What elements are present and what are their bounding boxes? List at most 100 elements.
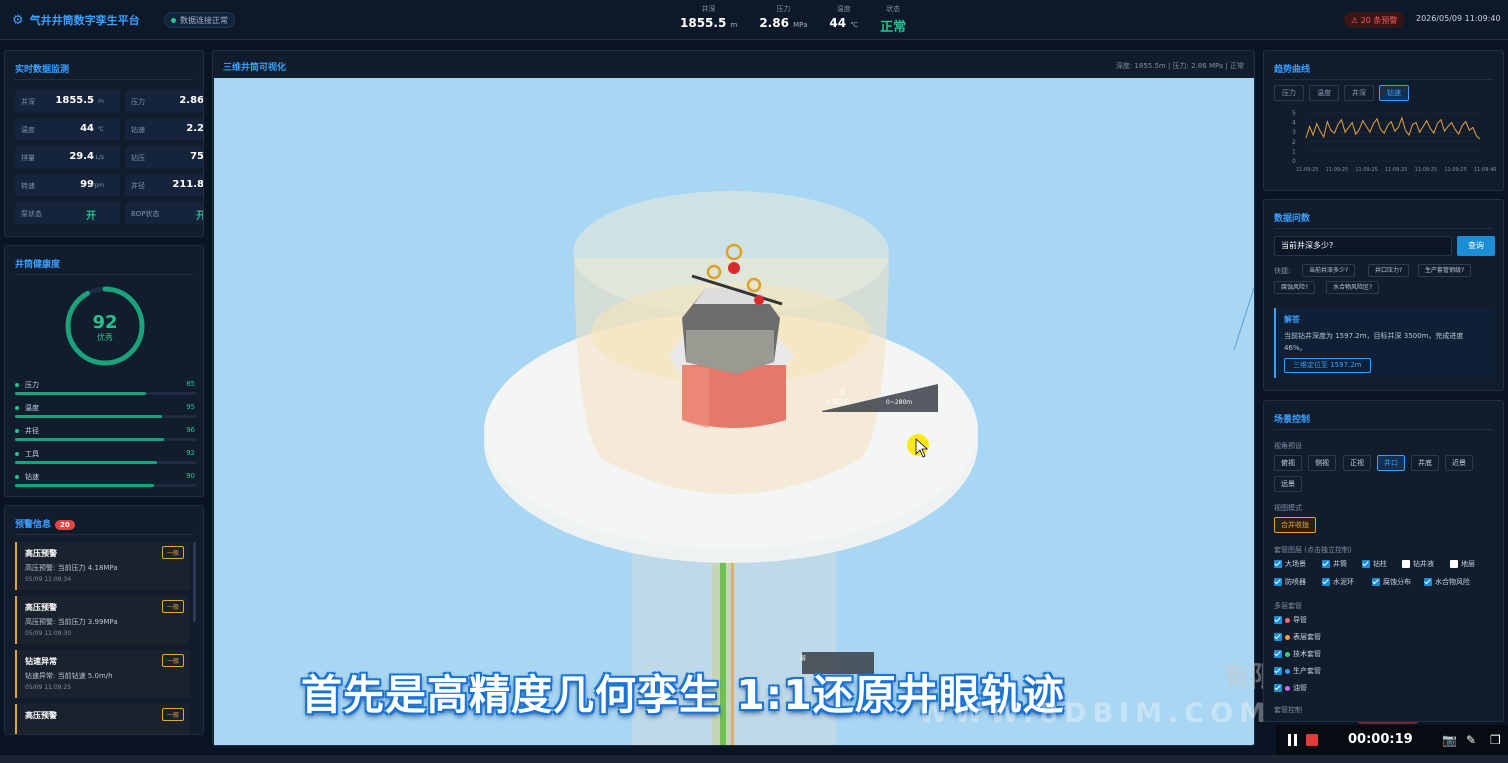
view-near-button[interactable]: 近景 [1445, 455, 1473, 471]
layer-checkbox[interactable]: 钻井液 [1402, 559, 1434, 569]
checkbox-icon[interactable] [1402, 560, 1410, 568]
metric-unit: ℃ [97, 126, 104, 133]
health-score: 92 [92, 312, 117, 333]
window-icon[interactable]: ❐ [1490, 733, 1501, 747]
camera-icon[interactable]: 📷 [1442, 733, 1457, 747]
series-line [1305, 116, 1481, 140]
answer-card: 解答 当前钻井深度为 1597.2m，目标井深 3500m，完成进度 46%。 … [1274, 308, 1495, 378]
layer-checkbox[interactable]: 钻柱 [1362, 559, 1387, 569]
alert-item[interactable]: 钻速异常 一般 钻速异常: 当前钻速 5.0m/h 05/09 11:09:25 [15, 650, 190, 698]
valve-handle-top [728, 262, 740, 274]
alert-desc: 高压预警: 当前压力 4.18MPa [25, 564, 118, 572]
header-stat-temperature: 温度 44 ℃ [829, 4, 858, 35]
metric-label: 排量 [21, 154, 35, 162]
answer-title: 解答 [1284, 315, 1300, 324]
health-row: 井径 96 [15, 426, 197, 448]
casing-item[interactable]: 导管 [1274, 615, 1307, 625]
metric-card: 温度 44 ℃ [15, 118, 120, 140]
stat-value: 44 [829, 16, 847, 30]
metric-label: 温度 [21, 126, 35, 134]
view-bottom-button[interactable]: 井底 [1411, 455, 1439, 471]
casing-item[interactable]: 油管 [1274, 683, 1307, 693]
casing-item[interactable]: 技术套管 [1274, 649, 1321, 659]
layer-checkbox[interactable]: 大场景 [1274, 559, 1306, 569]
merge-collapse-button[interactable]: 合并收拢 [1274, 517, 1316, 533]
trend-tab[interactable]: 钻速 [1379, 85, 1409, 101]
checkbox-icon[interactable] [1274, 684, 1282, 692]
3d-canvas[interactable]: 层 灶层砾石 0~280m 层 [214, 78, 1254, 745]
checkbox-icon[interactable] [1322, 578, 1330, 586]
layer-checkbox[interactable]: 井筒 [1322, 559, 1347, 569]
view-far-button[interactable]: 远景 [1274, 476, 1302, 492]
layer-label: 防喷器 [1285, 578, 1306, 586]
stat-value: 正常 [880, 20, 907, 35]
checkbox-icon[interactable] [1274, 667, 1282, 675]
gear-icon[interactable]: ⚙ [12, 13, 24, 28]
pause-icon[interactable] [1288, 734, 1298, 746]
metric-value: 75 [190, 151, 204, 162]
trend-panel: 趋势曲线 压力 温度 井深 钻速 5 4 3 2 1 0 11:09:25 11:09:25 11:0… [1263, 50, 1504, 191]
quick-question-chip[interactable]: 水合物风险区? [1326, 281, 1380, 294]
connection-status: 数据连接正常 [164, 12, 235, 28]
trajectory-line [1233, 287, 1254, 351]
checkbox-icon[interactable] [1424, 578, 1432, 586]
divider [1274, 429, 1493, 430]
view-wellhead-button[interactable]: 井口 [1377, 455, 1405, 471]
health-dot-icon [15, 383, 19, 387]
casing-item[interactable]: 生产套管 [1274, 666, 1321, 676]
query-button[interactable]: 查询 [1457, 236, 1495, 256]
checkbox-icon[interactable] [1274, 633, 1282, 641]
alarm-count-button[interactable]: ⚠ 20 条预警 [1344, 12, 1405, 28]
scene-panel: 场景控制 视角预设 俯视 侧视 正视 井口 井底 近景 远景 视图模式 合并收拢… [1263, 400, 1504, 722]
checkbox-icon[interactable] [1372, 578, 1380, 586]
header-stat-pressure: 压力 2.86 MPa [759, 4, 807, 35]
layer-checkbox[interactable]: 水合物风险 [1424, 577, 1470, 587]
quick-label: 快捷: [1274, 267, 1291, 275]
metric-unit: m [98, 98, 104, 105]
checkbox-icon[interactable] [1274, 578, 1282, 586]
question-input[interactable]: 当前井深多少? [1274, 236, 1452, 256]
alert-item[interactable]: 高压预警 一般 高压预警: 当前压力 4.18MPa 05/09 11:09:34 [15, 542, 190, 590]
alert-item[interactable]: 高压预警 一般 高压预警: 当前压力 3.99MPa 05/09 11:09:30 [15, 596, 190, 644]
quick-question-chip[interactable]: 腐蚀风险? [1274, 281, 1316, 294]
metric-value: 29.4 [69, 151, 94, 162]
health-dot-icon [15, 429, 19, 433]
checkbox-icon[interactable] [1322, 560, 1330, 568]
casing-item[interactable]: 表层套管 [1274, 632, 1321, 642]
header-stat-status: 状态 正常 [880, 4, 906, 35]
y-tick-label: 0 [1292, 158, 1296, 165]
checkbox-icon[interactable] [1274, 616, 1282, 624]
view-side-button[interactable]: 侧视 [1308, 455, 1336, 471]
health-bar-fill [15, 392, 147, 395]
view-top-button[interactable]: 俯视 [1274, 455, 1302, 471]
x-tick-label: 11:09:25 [1444, 167, 1466, 173]
alert-item[interactable]: 高压预警 一般 [15, 704, 190, 734]
quick-question-chip[interactable]: 井口压力? [1368, 264, 1410, 277]
trend-tab[interactable]: 温度 [1309, 85, 1339, 101]
checkbox-icon[interactable] [1274, 650, 1282, 658]
quick-question-chip[interactable]: 当前井深多少? [1302, 264, 1356, 277]
stop-record-icon[interactable] [1306, 734, 1318, 746]
health-row: 工具 92 [15, 449, 197, 471]
layer-checkbox[interactable]: 地层 [1450, 559, 1475, 569]
layer-checkbox[interactable]: 防喷器 [1274, 577, 1306, 587]
locate-3d-button[interactable]: 三维定位至 1597.2m [1284, 358, 1371, 373]
divider [15, 79, 193, 80]
casing-color-dot-icon [1285, 617, 1290, 623]
casing-label: 多层套管 [1274, 602, 1302, 610]
layer-checkbox[interactable]: 腐蚀分布 [1372, 577, 1411, 587]
stat-value: 2.86 [759, 16, 789, 30]
checkbox-icon[interactable] [1274, 560, 1282, 568]
trend-tab[interactable]: 压力 [1274, 85, 1304, 101]
layer-checkbox[interactable]: 水泥环 [1322, 577, 1354, 587]
checkbox-icon[interactable] [1450, 560, 1458, 568]
alert-desc: 钻速异常: 当前钻速 5.0m/h [25, 672, 113, 680]
trend-tab[interactable]: 井深 [1344, 85, 1374, 101]
realtime-panel: 实时数据监测 井深1855.5m压力2.86M温度44℃钻速2.2m排量29.4… [4, 50, 204, 237]
pen-icon[interactable]: ✎ [1466, 733, 1476, 747]
view-front-button[interactable]: 正视 [1343, 455, 1371, 471]
checkbox-icon[interactable] [1362, 560, 1370, 568]
y-tick-label: 4 [1292, 120, 1296, 127]
quick-question-chip[interactable]: 生产套管钢级? [1418, 264, 1472, 277]
alerts-scrollbar[interactable] [193, 542, 196, 622]
